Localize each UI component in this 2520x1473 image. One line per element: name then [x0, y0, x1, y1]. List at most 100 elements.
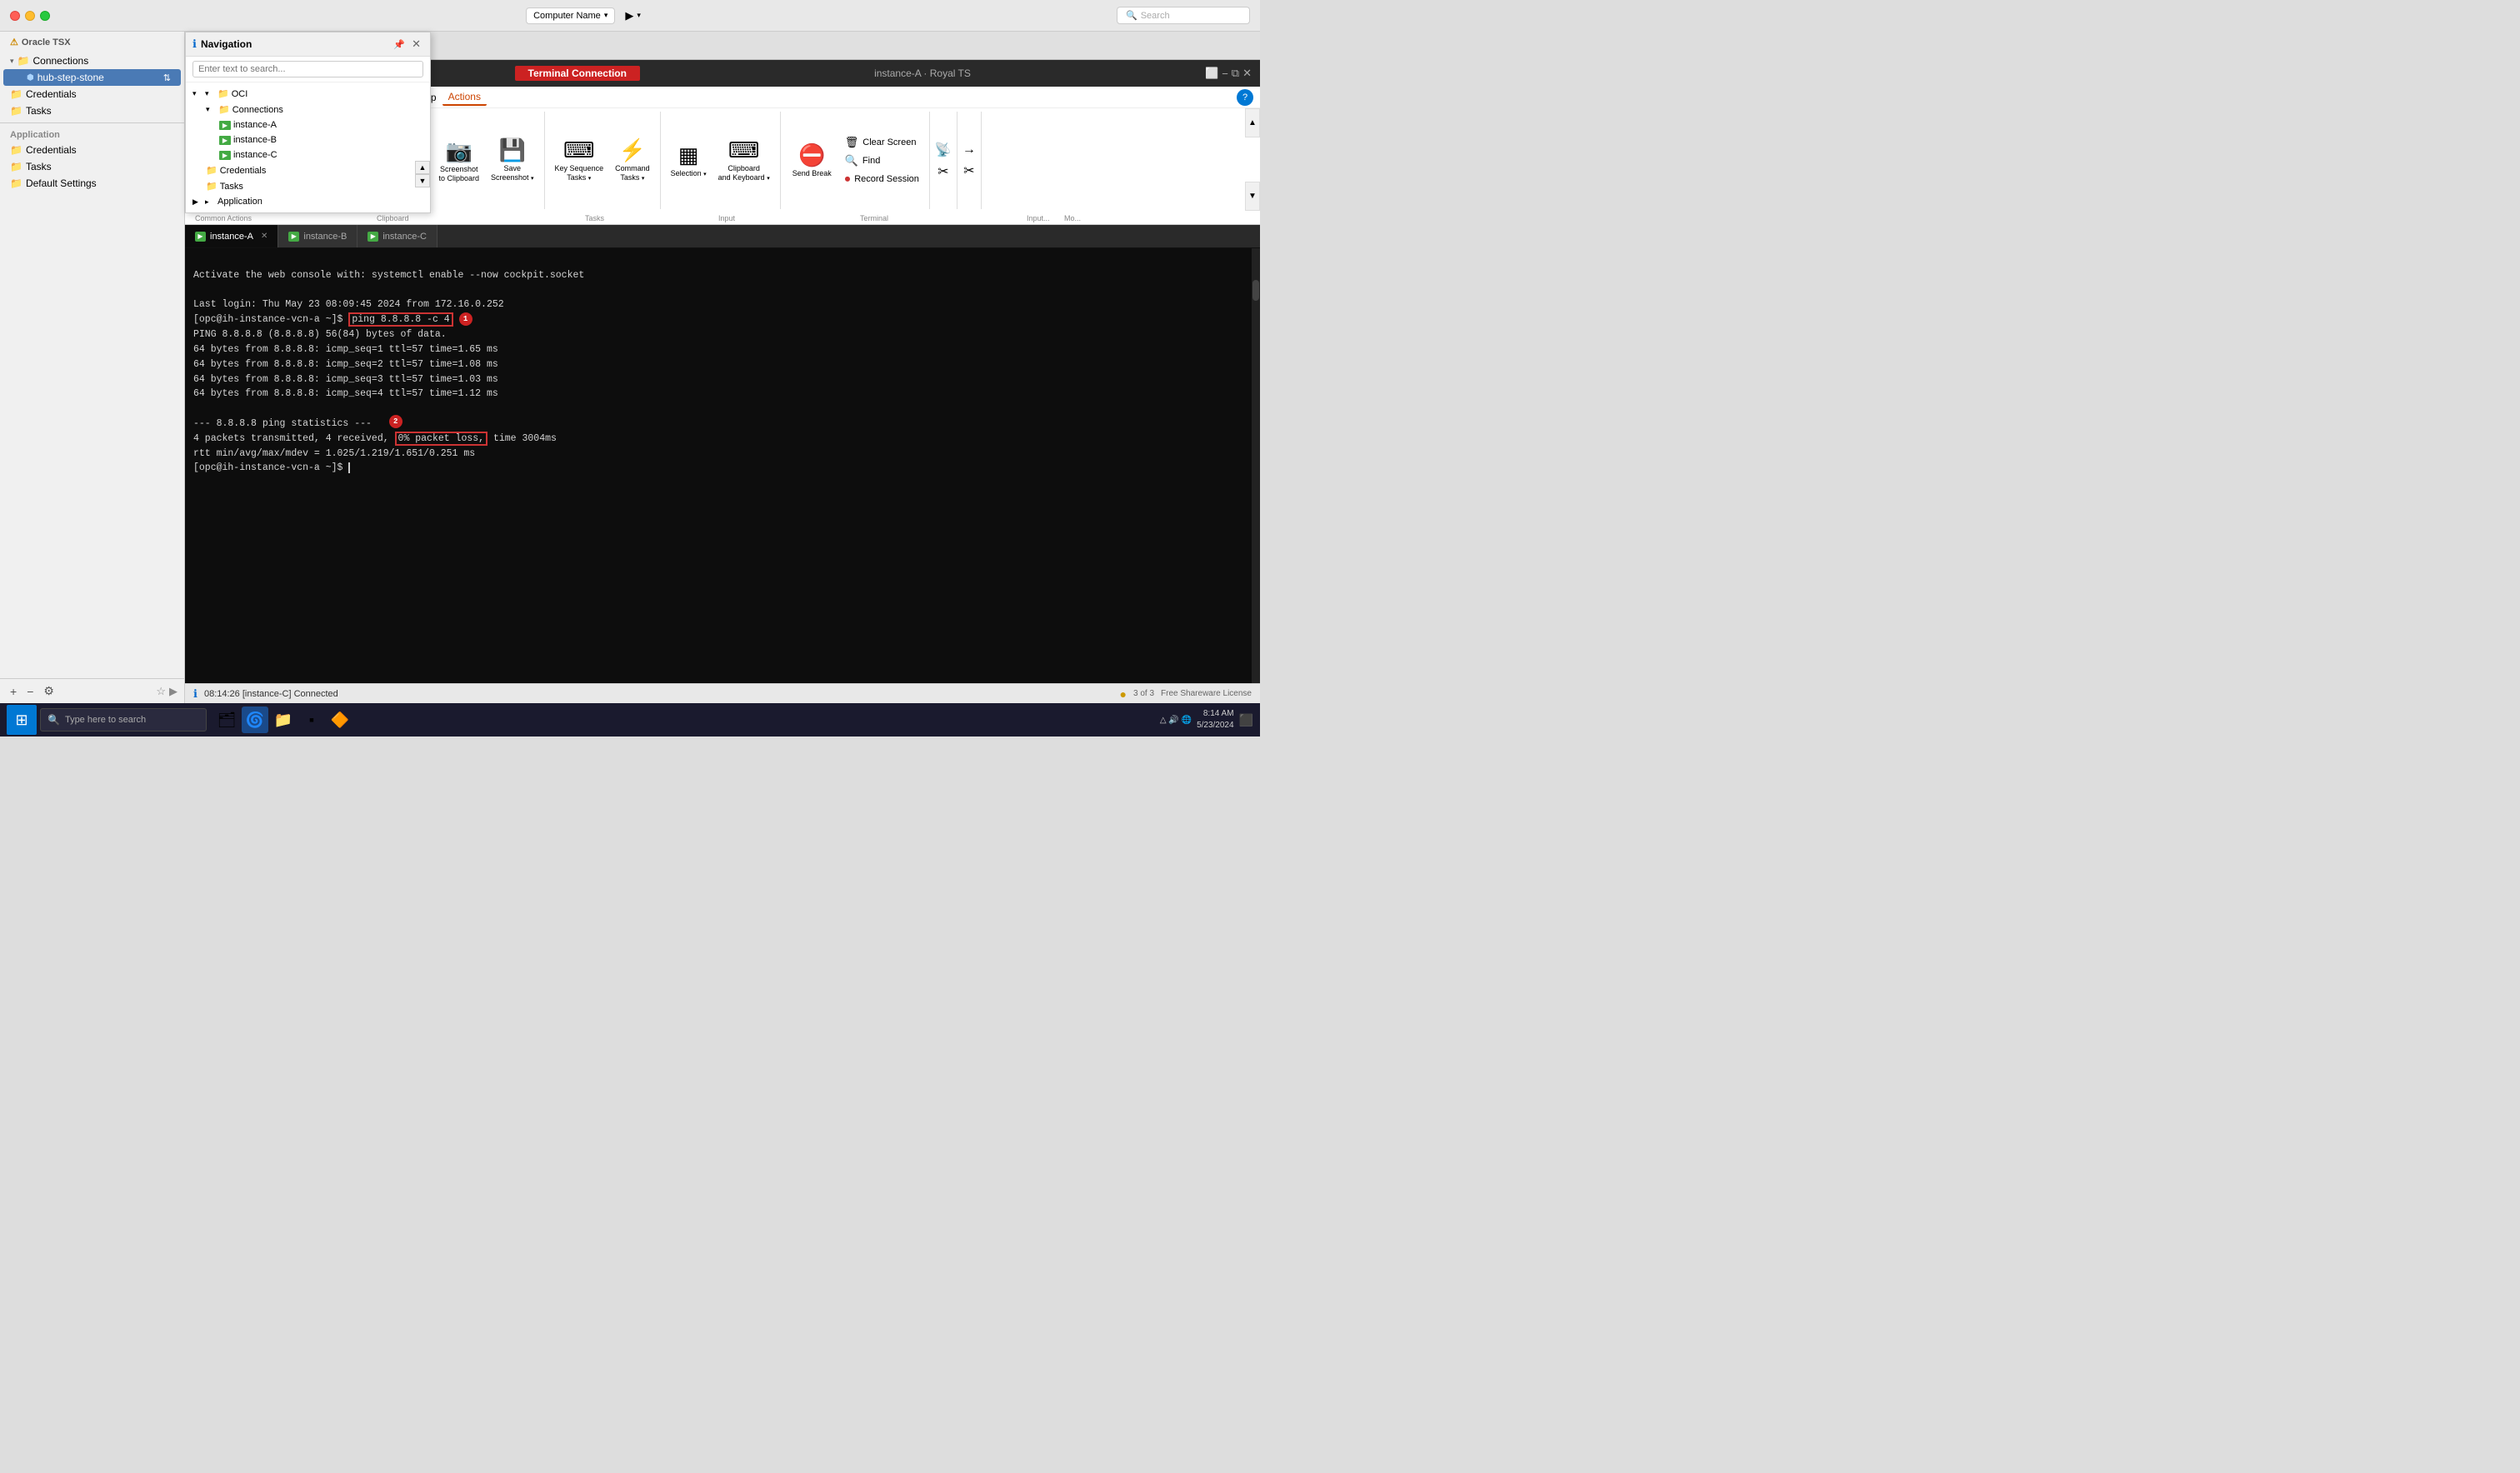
traffic-light-green[interactable] — [40, 11, 50, 21]
terminal-scrollbar[interactable] — [1252, 248, 1260, 683]
nav-item-instance-c[interactable]: ▶ instance-C — [186, 147, 430, 162]
sidebar-item-hub-step-stone[interactable]: ⬢ hub-step-stone ⇅ — [3, 69, 181, 86]
tab-close-a[interactable]: ✕ — [261, 232, 268, 241]
input2-btn2[interactable]: ✂ — [933, 162, 953, 182]
record-icon: ⏺ — [845, 172, 851, 186]
term-icon-a: ▶ — [195, 232, 206, 242]
terminal-line-6: 64 bytes from 8.8.8.8: icmp_seq=1 ttl=57… — [193, 344, 498, 355]
input2-btn1[interactable]: 📡 — [933, 140, 953, 160]
win-close-button[interactable]: ✕ — [1242, 67, 1252, 80]
sidebar-favorite-button[interactable]: ☆ — [156, 685, 166, 698]
clipboard-keyboard-button[interactable]: ⌨ Clipboardand Keyboard ▾ — [713, 134, 775, 186]
info-status-icon: ℹ — [193, 687, 198, 701]
ribbon-scroll-up[interactable]: ▲ — [1245, 108, 1260, 137]
ribbon-group-more: → ✂ Mo... — [958, 112, 982, 209]
terminal-line-9: 64 bytes from 8.8.8.8: icmp_seq=4 ttl=57… — [193, 388, 498, 399]
nav-scroll-down-button[interactable]: ▼ — [415, 174, 430, 187]
clear-screen-button[interactable]: 🗑 Clear Screen — [840, 134, 924, 151]
sidebar-app-header: ⚠ Oracle TSX — [0, 32, 184, 52]
sidebar-add-button[interactable]: + — [7, 683, 20, 700]
nav-item-tasks[interactable]: 📁 Tasks — [186, 178, 430, 194]
sidebar-item-app-tasks[interactable]: 📁 Tasks — [0, 158, 184, 175]
key-sequence-button[interactable]: ⌨ Key SequenceTasks ▾ — [550, 134, 609, 186]
nav-item-cred[interactable]: 📁 Credentials — [186, 162, 430, 178]
find-button[interactable]: 🔍 Find — [840, 152, 924, 169]
traffic-light-red[interactable] — [10, 11, 20, 21]
folder-oci-icon: 📁 — [218, 88, 229, 99]
sidebar-item-credentials[interactable]: 📁 Credentials — [0, 86, 184, 102]
warning-icon: ⚠ — [10, 37, 18, 47]
terminal-line-14: [opc@ih-instance-vcn-a ~]$ — [193, 462, 356, 473]
command-tasks-icon: ⚡ — [619, 137, 646, 163]
search-placeholder: Search — [1141, 11, 1170, 21]
sidebar-item-connections[interactable]: ▾ 📁 Connections — [0, 52, 184, 69]
play-button[interactable]: ▶ ▾ — [625, 9, 641, 22]
tray-notification-icon: ⬛ — [1239, 713, 1253, 727]
nav-close-button[interactable]: ✕ — [409, 37, 423, 52]
win-minimize-button[interactable]: − — [1222, 67, 1228, 80]
terminal-content[interactable]: Activate the web console with: systemctl… — [185, 248, 1260, 683]
terminal-line-3: Last login: Thu May 23 08:09:45 2024 fro… — [193, 299, 504, 310]
chevron-right-icon2: ▸ — [205, 197, 215, 207]
screenshot-clipboard-button[interactable]: 📷 Screenshotto Clipboard — [433, 135, 484, 187]
save-screenshot-button[interactable]: 💾 SaveScreenshot ▾ — [486, 134, 539, 186]
sidebar-play-button[interactable]: ▶ — [169, 685, 178, 698]
taskbar-app-files[interactable]: 🗂 — [213, 707, 240, 733]
save-screenshot-icon: 💾 — [499, 137, 526, 163]
taskbar: ⊞ 🔍 Type here to search 🗂 🌀 📁 ▪ 🔶 △ 🔊 🌐 … — [0, 703, 1260, 736]
sidebar-item-default-settings[interactable]: 📁 Default Settings — [0, 175, 184, 192]
command-tasks-button[interactable]: ⚡ CommandTasks ▾ — [610, 134, 655, 186]
win-restore-button[interactable]: ⧉ — [1232, 67, 1239, 80]
info-icon: ℹ — [192, 37, 197, 51]
folder-icon: 📁 — [18, 55, 30, 67]
sidebar-item-tasks[interactable]: 📁 Tasks — [0, 102, 184, 119]
term-tab-instance-a[interactable]: ▶ instance-A ✕ — [185, 225, 278, 247]
menu-actions[interactable]: Actions — [442, 89, 487, 106]
nav-item-application[interactable]: ▶ ▸ Application — [186, 194, 430, 209]
search-bar[interactable]: 🔍 Search — [1117, 7, 1250, 24]
nav-item-instance-a[interactable]: ▶ instance-A — [186, 117, 430, 132]
sidebar: ⚠ Oracle TSX ▾ 📁 Connections ⬢ hub-step-… — [0, 32, 185, 703]
nav-scroll-up-button[interactable]: ▲ — [415, 161, 430, 174]
record-session-button[interactable]: ⏺ Record Session — [840, 171, 924, 187]
terminal-line-1: Activate the web console with: systemctl… — [193, 270, 584, 281]
start-button[interactable]: ⊞ — [7, 705, 37, 735]
folder-icon6: 📁 — [10, 177, 22, 189]
sidebar-item-app-credentials[interactable]: 📁 Credentials — [0, 142, 184, 158]
ribbon-group-input: ▦ Selection ▾ ⌨ Clipboardand Keyboard ▾ … — [661, 112, 781, 209]
taskbar-app-folder[interactable]: 📁 — [270, 707, 297, 733]
terminal-line-8: 64 bytes from 8.8.8.8: icmp_seq=3 ttl=57… — [193, 374, 498, 385]
sidebar-remove-button[interactable]: − — [23, 683, 37, 700]
taskbar-app-royalts[interactable]: 🔶 — [327, 707, 353, 733]
folder-icon4: 📁 — [10, 144, 22, 156]
nav-search-input[interactable] — [192, 61, 423, 77]
chevron-down-icon: ▾ — [10, 57, 14, 66]
terminal-scrollbar-thumb — [1252, 280, 1259, 301]
term-tab-instance-c[interactable]: ▶ instance-C — [358, 225, 438, 247]
send-break-button[interactable]: ⛔ Send Break — [786, 139, 838, 182]
dropdown-arrow-icon: ▾ — [604, 11, 608, 20]
nav-item-instance-b[interactable]: ▶ instance-B — [186, 132, 430, 147]
help-button[interactable]: ? — [1237, 89, 1253, 106]
sidebar-settings-button[interactable]: ⚙ — [40, 682, 58, 700]
taskbar-app-terminal[interactable]: ▪ — [298, 707, 325, 733]
nav-item-connections[interactable]: ▾ 📁 Connections — [186, 102, 430, 117]
taskbar-apps: 🗂 🌀 📁 ▪ 🔶 — [213, 707, 353, 733]
nav-item-oci[interactable]: ▾ ▾ 📁 OCI — [186, 86, 430, 102]
traffic-light-yellow[interactable] — [25, 11, 35, 21]
folder-icon5: 📁 — [10, 161, 22, 172]
terminal-line-4: [opc@ih-instance-vcn-a ~]$ ping 8.8.8.8 … — [193, 314, 472, 325]
selection-button[interactable]: ▦ Selection ▾ — [666, 139, 712, 182]
term-tab-instance-b[interactable]: ▶ instance-B — [278, 225, 358, 247]
computer-selector[interactable]: Computer Name ▾ — [526, 7, 615, 24]
folder-conn-icon: 📁 — [218, 104, 230, 115]
more-btn2[interactable]: ✂ — [961, 161, 978, 181]
taskbar-app-edge[interactable]: 🌀 — [242, 707, 268, 733]
taskbar-search[interactable]: 🔍 Type here to search — [40, 708, 207, 732]
nav-pin-button[interactable]: 📌 — [391, 37, 408, 52]
more-btn1[interactable]: → — [961, 141, 978, 159]
status-bar: ℹ 08:14:26 [instance-C] Connected ● 3 of… — [185, 683, 1260, 703]
win-maximize-button[interactable]: ⬜ — [1205, 67, 1218, 80]
ribbon-scroll-down[interactable]: ▼ — [1245, 182, 1260, 211]
nav-panel-title: Navigation — [201, 38, 252, 50]
